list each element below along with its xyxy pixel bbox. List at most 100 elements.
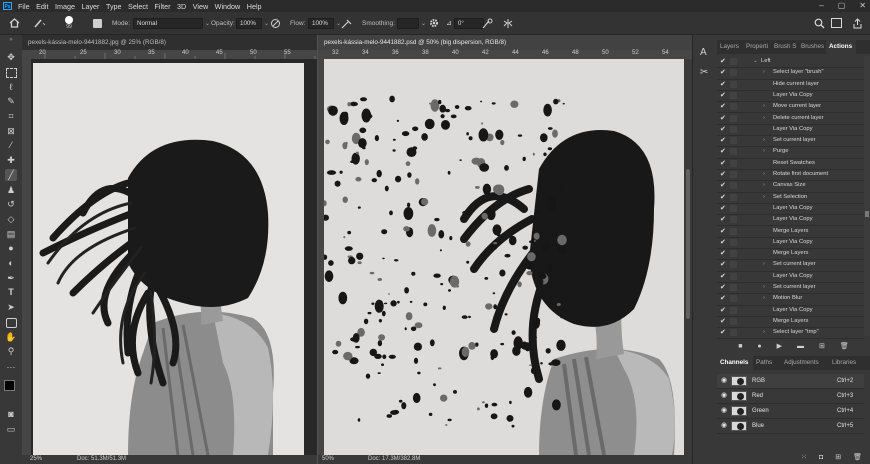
dialog-toggle[interactable] [730,69,737,77]
lasso-tool-icon[interactable]: ℓ [5,81,17,93]
zoom-level-1[interactable]: 25% [30,455,42,464]
checkmark-icon[interactable]: ✔ [720,158,726,169]
new-set-icon[interactable]: ▬ [797,343,804,350]
brush-tool-icon[interactable]: ╱ [5,169,17,181]
dialog-toggle[interactable] [730,250,737,258]
mode-select[interactable]: Normal ⌄ [133,12,210,34]
dialog-toggle[interactable] [730,284,737,291]
dialog-toggle[interactable] [730,329,737,337]
document-tab-2[interactable]: pexels-kássia-melo-9441882.psd @ 50% (bi… [318,35,692,50]
crop-tool-icon[interactable]: ⌗ [5,110,17,122]
new-channel-icon[interactable]: ⊞ [835,453,841,461]
character-panel-icon[interactable]: A [700,47,707,58]
play-icon[interactable]: ▶ [777,342,782,350]
share-icon[interactable] [852,12,863,34]
checkmark-icon[interactable]: ✔ [720,282,726,293]
menu-type[interactable]: Type [106,2,122,11]
dialog-toggle[interactable] [730,58,737,65]
dialog-toggle[interactable] [730,159,737,167]
dialog-toggle[interactable] [730,114,737,122]
dialog-toggle[interactable] [730,204,737,212]
brush-size-picker[interactable]: 99 [65,12,73,34]
stop-icon[interactable]: ■ [738,343,742,350]
zoom-tool-icon[interactable]: ⚲ [5,345,17,357]
maximize-icon[interactable]: ▢ [838,1,846,10]
actions-scrollbar[interactable] [864,56,870,336]
checkmark-icon[interactable]: ✔ [720,56,726,67]
scrollbar-thumb[interactable] [865,211,869,217]
tab-paths[interactable]: Paths [753,356,781,370]
quick-select-tool-icon[interactable]: ✎ [5,95,17,107]
healing-brush-tool-icon[interactable]: ✚ [5,154,17,166]
channel-row[interactable]: ◉ Blue Ctrl+5 [717,419,864,434]
action-row[interactable]: ✔ › Select layer "tmp" [717,327,864,340]
photoshop-logo[interactable]: Ps [3,2,12,10]
eye-icon[interactable]: ◉ [721,404,727,418]
home-icon[interactable] [9,12,20,34]
marquee-tool-icon[interactable] [5,66,17,78]
dialog-toggle[interactable] [730,261,737,269]
dialog-toggle[interactable] [730,182,737,190]
close-icon[interactable]: ✕ [859,1,866,10]
dialog-toggle[interactable] [730,171,737,178]
move-tool-icon[interactable]: ✥ [5,51,17,63]
opacity-field[interactable]: 100% ⌄ [236,12,269,34]
scrollbar-thumb[interactable] [686,169,690,319]
menu-layer[interactable]: Layer [81,2,99,11]
tab-channels[interactable]: Channels [717,356,753,370]
channel-row[interactable]: ◉ Red Ctrl+3 [717,389,864,404]
dialog-toggle[interactable] [730,148,737,156]
brush-panel-toggle-icon[interactable] [93,12,102,34]
dialog-toggle[interactable] [730,238,737,246]
menu-window[interactable]: Window [215,2,241,11]
menu-file[interactable]: File [18,2,30,11]
dialog-toggle[interactable] [730,216,737,224]
checkmark-icon[interactable]: ✔ [720,305,726,316]
checkmark-icon[interactable]: ✔ [720,248,726,259]
collapse-icon[interactable]: » [5,37,17,49]
dialog-toggle[interactable] [730,137,737,145]
dialog-toggle[interactable] [730,272,737,280]
brush-preset-icon[interactable] [33,12,47,34]
checkmark-icon[interactable]: ✔ [720,271,726,282]
dialog-toggle[interactable] [730,306,737,314]
tab-layers[interactable]: Layers [717,40,743,54]
menu-view[interactable]: View [193,2,208,11]
more-tools-icon[interactable]: ··· [5,361,17,373]
dialog-toggle[interactable] [730,80,737,88]
checkmark-icon[interactable]: ✔ [720,113,726,124]
rectangle-tool-icon[interactable] [5,316,17,328]
tab-properties[interactable]: Properti [743,40,771,54]
checkmark-icon[interactable]: ✔ [720,327,726,338]
record-icon[interactable]: ● [757,343,761,350]
frame-tool-icon[interactable]: ⊠ [5,125,17,137]
chevron-right-icon[interactable]: › [763,135,765,146]
checkmark-icon[interactable]: ✔ [720,90,726,101]
dialog-toggle[interactable] [730,125,737,133]
checkmark-icon[interactable]: ✔ [720,237,726,248]
checkmark-icon[interactable]: ✔ [720,135,726,146]
menu-edit[interactable]: Edit [36,2,48,11]
zoom-level-2[interactable]: 50% [322,455,334,464]
menu-3d[interactable]: 3D [177,2,186,11]
tab-brush-settings[interactable]: Brush S [771,40,798,54]
trash-icon[interactable]: 🗑 [853,453,862,461]
checkmark-icon[interactable]: ✔ [720,101,726,112]
dialog-toggle[interactable] [730,193,737,201]
checkmark-icon[interactable]: ✔ [720,146,726,157]
chevron-right-icon[interactable]: › [763,67,765,78]
tab-adjustments[interactable]: Adjustments [781,356,829,370]
tab-brushes[interactable]: Brushes [798,40,826,54]
eye-icon[interactable]: ◉ [721,374,727,388]
workspace-icon[interactable] [831,12,842,34]
type-tool-icon[interactable]: T [5,286,17,298]
pen-tool-icon[interactable]: ✒ [5,272,17,284]
checkmark-icon[interactable]: ✔ [720,316,726,327]
menu-image[interactable]: Image [55,2,75,11]
screen-mode-icon[interactable]: ▭ [5,423,17,435]
chevron-right-icon[interactable]: › [763,169,765,180]
chevron-right-icon[interactable]: › [763,327,765,338]
chevron-right-icon[interactable]: › [763,101,765,112]
minimize-icon[interactable]: – [819,1,823,10]
eye-icon[interactable]: ◉ [721,389,727,403]
